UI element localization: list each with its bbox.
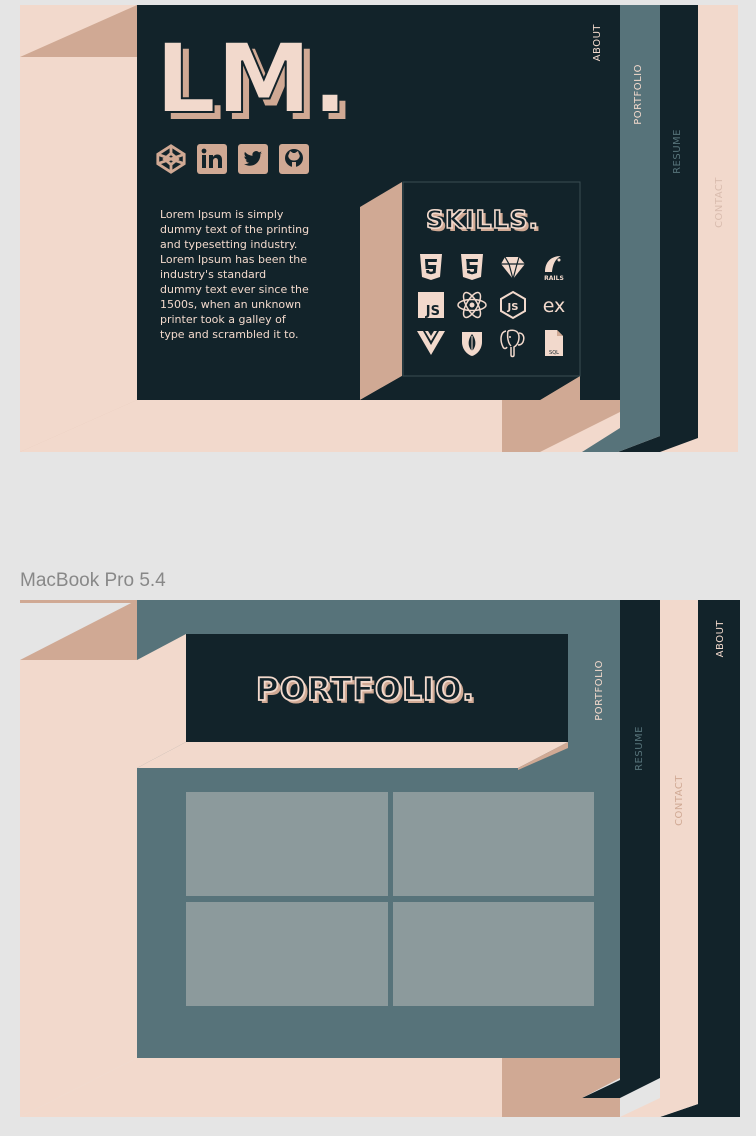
portfolio-title: PORTFOLIO. PORTFOLIO. [255, 671, 477, 710]
title-box-bottom [137, 742, 568, 768]
tab-portfolio-2[interactable]: PORTFOLIO [594, 660, 605, 721]
portfolio-thumbnail[interactable] [186, 902, 388, 1006]
portfolio-thumbnail[interactable] [393, 792, 594, 896]
tab-resume-2[interactable]: RESUME [634, 726, 645, 771]
left-wall-2 [20, 660, 137, 1117]
svg-text:PORTFOLIO.: PORTFOLIO. [256, 672, 475, 708]
portfolio-thumbnail[interactable] [393, 902, 594, 1006]
left-face-2 [20, 600, 137, 660]
portfolio-thumbnail[interactable] [186, 792, 388, 896]
tab-about-2[interactable]: ABOUT [715, 620, 726, 657]
tab-contact-2[interactable]: CONTACT [674, 775, 685, 826]
floor-shadow-2 [502, 1058, 620, 1117]
